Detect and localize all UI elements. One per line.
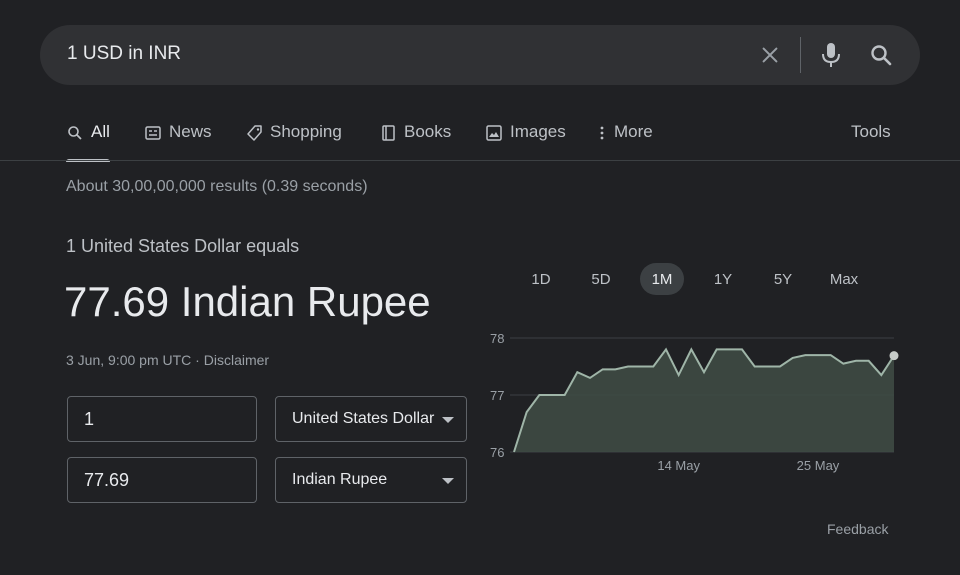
y-tick-label: 78 <box>490 331 504 346</box>
tab-label: Shopping <box>270 122 342 141</box>
tab-label: More <box>614 122 653 141</box>
tab-all[interactable]: All <box>66 122 110 162</box>
tab-label: All <box>91 122 110 141</box>
from-amount-input[interactable]: 1 <box>67 396 257 442</box>
tabs-divider <box>0 160 960 161</box>
converter-timestamp: 3 Jun, 9:00 pm UTC <box>66 352 192 368</box>
range-1d-button[interactable]: 1D <box>519 263 563 295</box>
tab-label: News <box>169 122 212 141</box>
from-currency-value: United States Dollar <box>292 410 435 427</box>
x-tick-label: 14 May <box>657 458 700 473</box>
y-tick-label: 77 <box>490 388 504 403</box>
book-icon <box>379 124 397 142</box>
to-amount-input[interactable]: 77.69 <box>67 457 257 503</box>
range-max-button[interactable]: Max <box>822 263 866 295</box>
x-tick-label: 25 May <box>797 458 840 473</box>
from-currency-select[interactable]: United States Dollar <box>275 396 467 442</box>
search-tabs: All News Shopping Books Images More Tool… <box>0 108 960 162</box>
range-5y-button[interactable]: 5Y <box>761 263 805 295</box>
tools-button[interactable]: Tools <box>851 122 891 162</box>
converter-meta: 3 Jun, 9:00 pm UTC · Disclaimer <box>66 352 269 368</box>
tools-label: Tools <box>851 122 891 141</box>
exchange-rate-chart[interactable]: 76 77 78 14 May 25 May <box>480 320 900 485</box>
tab-images[interactable]: Images <box>485 122 566 162</box>
dropdown-caret-icon <box>442 417 454 423</box>
dropdown-caret-icon <box>442 478 454 484</box>
clear-icon[interactable] <box>756 41 784 69</box>
to-currency-value: Indian Rupee <box>292 471 388 488</box>
tab-label: Books <box>404 122 452 141</box>
tab-label: Images <box>510 122 566 141</box>
range-1y-button[interactable]: 1Y <box>701 263 745 295</box>
search-bar[interactable]: 1 USD in INR <box>40 25 920 85</box>
tab-more[interactable]: More <box>597 122 653 162</box>
disclaimer-link[interactable]: Disclaimer <box>204 352 269 368</box>
image-icon <box>485 124 503 142</box>
chart-last-point <box>889 351 899 361</box>
search-bar-divider <box>800 37 801 73</box>
converter-equals-label: 1 United States Dollar equals <box>66 236 300 256</box>
tab-news[interactable]: News <box>144 122 212 162</box>
more-vertical-icon <box>597 124 607 142</box>
meta-separator: · <box>191 352 204 368</box>
tag-icon <box>245 124 263 142</box>
range-1m-button[interactable]: 1M <box>640 263 684 295</box>
news-icon <box>144 124 162 142</box>
search-input[interactable]: 1 USD in INR <box>67 43 181 65</box>
range-5d-button[interactable]: 5D <box>579 263 623 295</box>
search-results-page: 1 USD in INR All News Shopping Books Ima… <box>0 0 960 575</box>
feedback-link[interactable]: Feedback <box>827 521 888 537</box>
chart-area <box>514 349 894 452</box>
converter-result: 77.69 Indian Rupee <box>64 278 431 325</box>
results-count: About 30,00,00,000 results (0.39 seconds… <box>66 178 368 195</box>
y-tick-label: 76 <box>490 445 504 460</box>
tab-shopping[interactable]: Shopping <box>245 122 342 162</box>
to-currency-select[interactable]: Indian Rupee <box>275 457 467 503</box>
tab-books[interactable]: Books <box>379 122 451 162</box>
search-icon[interactable] <box>867 41 895 69</box>
microphone-icon[interactable] <box>817 41 845 69</box>
search-icon <box>66 124 84 142</box>
